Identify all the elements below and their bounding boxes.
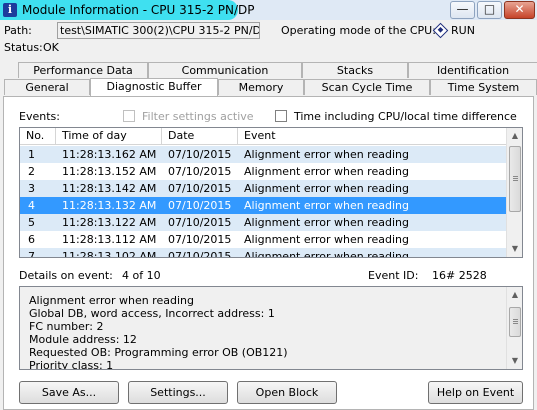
cell-event: Alignment error when reading — [244, 165, 409, 178]
scroll-down-arrow-icon[interactable]: ▼ — [507, 353, 522, 369]
cell-date: 07/10/2015 — [168, 233, 232, 246]
table-row-selected[interactable]: 4 11:28:13.132 AM 07/10/2015 Alignment e… — [20, 197, 507, 214]
close-button[interactable]: ✕ — [504, 1, 535, 19]
detail-line: FC number: 2 — [29, 320, 104, 333]
table-row[interactable]: 1 11:28:13.162 AM 07/10/2015 Alignment e… — [20, 146, 507, 163]
column-header-time-of-day[interactable]: Time of day — [56, 128, 162, 145]
grip-line — [513, 176, 518, 177]
details-position: 4 of 10 — [122, 269, 161, 282]
minimize-button[interactable]: — — [450, 1, 475, 19]
tab-performance-data[interactable]: Performance Data — [18, 62, 148, 78]
status-value: OK — [43, 41, 59, 54]
tab-scan-cycle-time[interactable]: Scan Cycle Time — [304, 79, 430, 95]
details-label: Details on event: — [19, 269, 113, 282]
detail-line: Module address: 12 — [29, 333, 137, 346]
cell-time: 11:28:13.162 AM — [62, 148, 157, 161]
cell-no: 2 — [28, 165, 35, 178]
cell-event: Alignment error when reading — [244, 233, 409, 246]
cell-time: 11:28:13.112 AM — [62, 233, 157, 246]
tab-identification[interactable]: Identification — [408, 62, 537, 78]
cell-no: 4 — [28, 199, 35, 212]
operating-mode-value: RUN — [451, 24, 475, 37]
column-header-date[interactable]: Date — [162, 128, 238, 145]
cell-date: 07/10/2015 — [168, 182, 232, 195]
operating-mode-label: Operating mode of the CPU: — [281, 24, 436, 37]
module-info-app-icon: i — [3, 3, 17, 17]
cell-event: Alignment error when reading — [244, 199, 409, 212]
scroll-up-arrow-icon[interactable]: ▲ — [507, 287, 522, 303]
cell-date: 07/10/2015 — [168, 165, 232, 178]
time-difference-checkbox[interactable] — [275, 110, 287, 122]
close-icon: ✕ — [514, 2, 525, 16]
window-title: Module Information - CPU 315-2 PN/DP — [22, 3, 255, 17]
column-header-no[interactable]: No. — [20, 128, 56, 145]
cell-no: 1 — [28, 148, 35, 161]
minimize-icon: — — [456, 2, 469, 16]
event-id-label: Event ID: — [368, 269, 419, 282]
help-on-event-button[interactable]: Help on Event — [428, 381, 523, 404]
cell-event: Alignment error when reading — [244, 250, 409, 258]
cell-no: 3 — [28, 182, 35, 195]
details-scrollbar[interactable]: ▲ ▼ — [506, 287, 522, 369]
events-label: Events: — [19, 110, 60, 123]
events-table[interactable]: No. Time of day Date Event 1 11:28:13.16… — [19, 127, 523, 258]
open-block-button[interactable]: Open Block — [237, 381, 337, 404]
filter-settings-label: Filter settings active — [142, 110, 254, 123]
tab-memory[interactable]: Memory — [218, 79, 304, 95]
grip-line — [513, 178, 518, 179]
maximize-icon: □ — [483, 2, 496, 16]
detail-line: Requested OB: Programming error OB (OB12… — [29, 346, 288, 359]
grip-line — [513, 319, 518, 320]
cell-no: 5 — [28, 216, 35, 229]
table-row[interactable]: 5 11:28:13.122 AM 07/10/2015 Alignment e… — [20, 214, 507, 231]
cell-no: 6 — [28, 233, 35, 246]
cell-time: 11:28:13.102 AM — [62, 250, 157, 258]
maximize-button[interactable]: □ — [477, 1, 502, 19]
save-as-button[interactable]: Save As... — [19, 381, 119, 404]
path-field[interactable]: test\SIMATIC 300(2)\CPU 315-2 PN/DP — [57, 22, 260, 39]
events-table-header: No. Time of day Date Event — [20, 128, 507, 145]
cell-date: 07/10/2015 — [168, 148, 232, 161]
grip-line — [513, 323, 518, 324]
tab-general[interactable]: General — [4, 79, 90, 95]
table-row[interactable]: 7 11:28:13.102 AM 07/10/2015 Alignment e… — [20, 248, 507, 258]
detail-line: Global DB, word access, Incorrect addres… — [29, 307, 275, 320]
table-row[interactable]: 6 11:28:13.112 AM 07/10/2015 Alignment e… — [20, 231, 507, 248]
tab-diagnostic-buffer[interactable]: Diagnostic Buffer — [90, 78, 218, 96]
title-bar: i Module Information - CPU 315-2 PN/DP —… — [0, 0, 537, 20]
path-label: Path: — [4, 24, 32, 37]
column-header-event[interactable]: Event — [238, 128, 507, 145]
details-scroll-thumb[interactable] — [509, 307, 521, 337]
cell-no: 7 — [28, 250, 35, 258]
event-details-text[interactable]: Alignment error when reading Global DB, … — [19, 286, 523, 370]
tab-stacks[interactable]: Stacks — [302, 62, 408, 78]
cell-time: 11:28:13.122 AM — [62, 216, 157, 229]
cell-date: 07/10/2015 — [168, 216, 232, 229]
cell-time: 11:28:13.132 AM — [62, 199, 157, 212]
cell-time: 11:28:13.142 AM — [62, 182, 157, 195]
table-row[interactable]: 2 11:28:13.152 AM 07/10/2015 Alignment e… — [20, 163, 507, 180]
scroll-up-arrow-icon[interactable]: ▲ — [507, 128, 522, 144]
cell-date: 07/10/2015 — [168, 199, 232, 212]
status-label: Status: — [4, 41, 43, 54]
cell-event: Alignment error when reading — [244, 148, 409, 161]
grip-line — [513, 321, 518, 322]
filter-settings-checkbox[interactable] — [123, 110, 135, 122]
cell-event: Alignment error when reading — [244, 182, 409, 195]
settings-button[interactable]: Settings... — [128, 381, 228, 404]
table-row[interactable]: 3 11:28:13.142 AM 07/10/2015 Alignment e… — [20, 180, 507, 197]
detail-line: Priority class: 1 — [29, 359, 114, 370]
cell-time: 11:28:13.152 AM — [62, 165, 157, 178]
grip-line — [513, 180, 518, 181]
events-scroll-thumb[interactable] — [509, 146, 521, 212]
scroll-down-arrow-icon[interactable]: ▼ — [507, 241, 522, 257]
tab-communication[interactable]: Communication — [148, 62, 302, 78]
tab-time-system[interactable]: Time System — [430, 79, 537, 95]
cell-event: Alignment error when reading — [244, 216, 409, 229]
cell-date: 07/10/2015 — [168, 250, 232, 258]
event-id-value: 16# 2528 — [432, 269, 487, 282]
detail-line: Alignment error when reading — [29, 294, 194, 307]
time-difference-label: Time including CPU/local time difference — [294, 110, 517, 123]
events-scrollbar[interactable]: ▲ ▼ — [506, 128, 522, 257]
